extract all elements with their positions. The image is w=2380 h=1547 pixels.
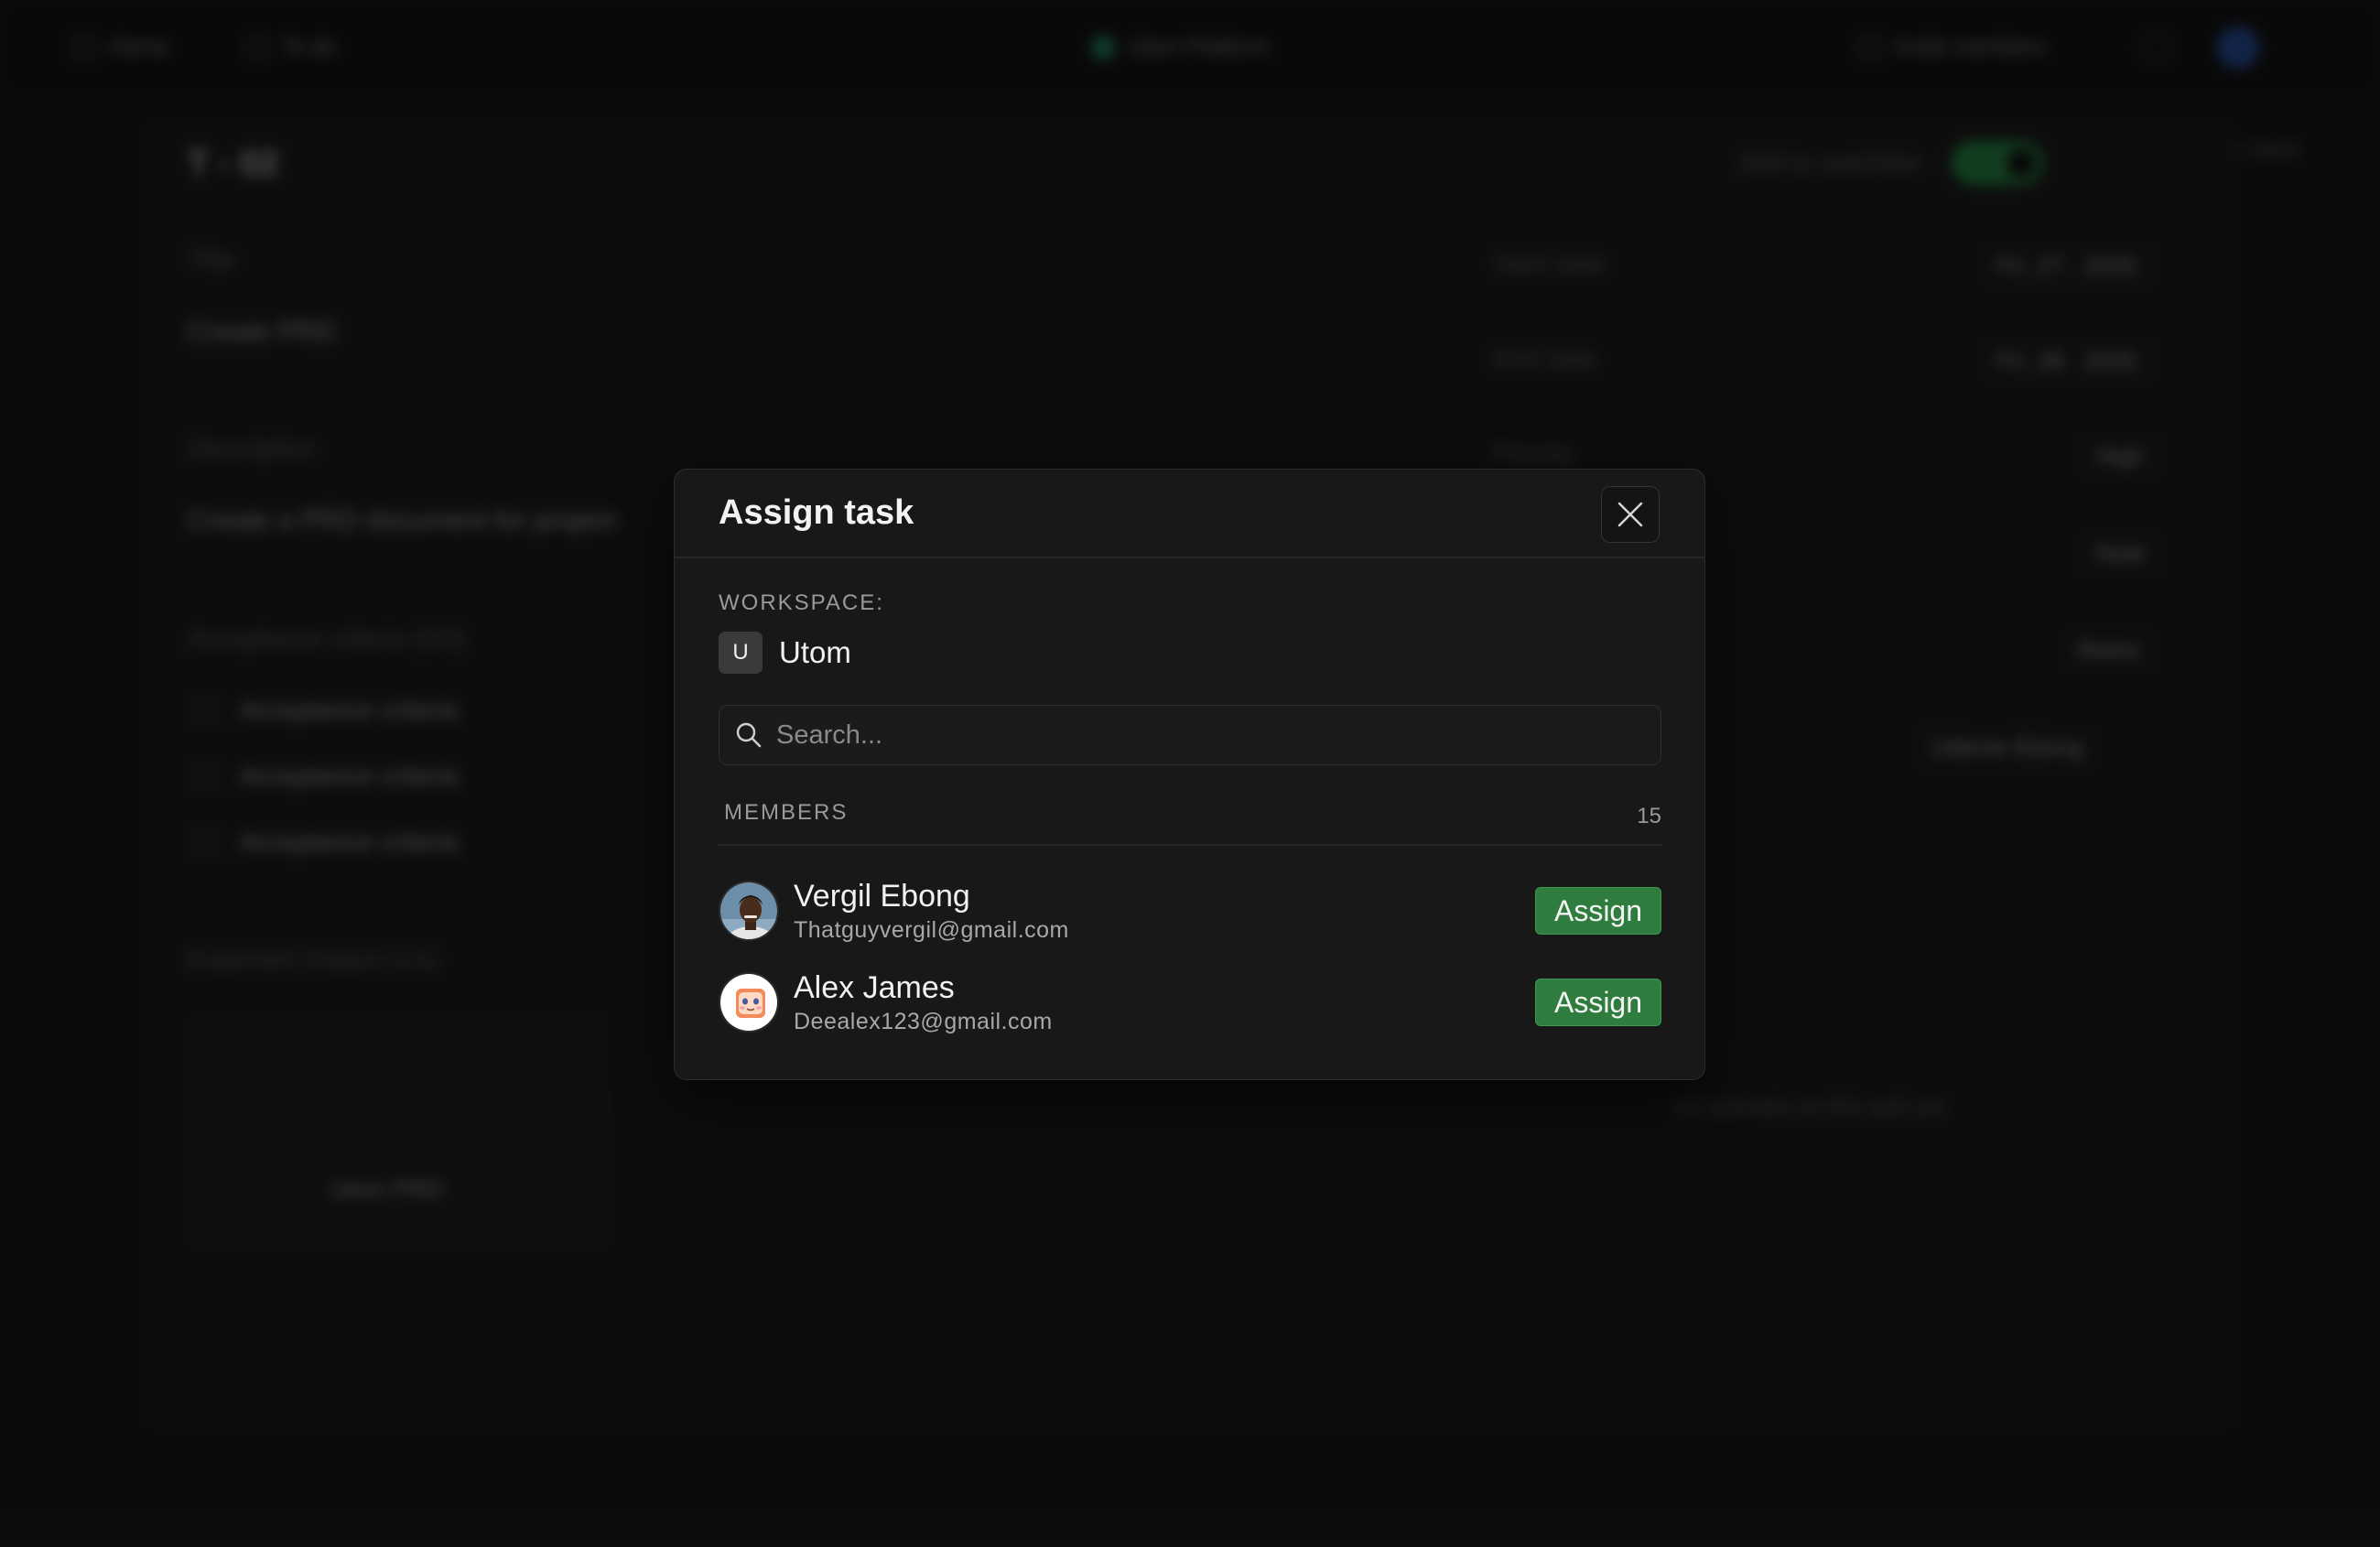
close-icon xyxy=(1617,502,1643,527)
modal-header: Assign task xyxy=(675,470,1704,558)
member-email: Deealex123@gmail.com xyxy=(794,1009,1053,1034)
member-avatar xyxy=(719,881,779,941)
workspace-name: Utom xyxy=(779,635,851,669)
search-input[interactable] xyxy=(763,706,1661,764)
search-icon xyxy=(734,720,763,750)
members-divider xyxy=(719,844,1661,846)
workspace-row: U Utom xyxy=(719,632,851,674)
member-name: Alex James xyxy=(794,970,955,1005)
member-row: Alex James Deealex123@gmail.com Assign xyxy=(719,969,1661,1035)
close-button[interactable] xyxy=(1601,486,1660,543)
workspace-badge: U xyxy=(719,632,763,674)
assign-task-modal: Assign task WORKSPACE: U Utom MEMBERS 15 xyxy=(674,469,1705,1080)
member-info: Vergil Ebong Thatguyvergil@gmail.com xyxy=(794,877,1535,945)
assign-button[interactable]: Assign xyxy=(1535,979,1661,1026)
members-header: MEMBERS 15 xyxy=(724,796,1661,829)
assign-button[interactable]: Assign xyxy=(1535,887,1661,935)
member-avatar xyxy=(719,972,779,1033)
member-email: Thatguyvergil@gmail.com xyxy=(794,917,1069,943)
member-name: Vergil Ebong xyxy=(794,879,970,914)
member-row: Vergil Ebong Thatguyvergil@gmail.com Ass… xyxy=(719,878,1661,944)
workspace-label: WORKSPACE: xyxy=(719,590,884,615)
members-label: MEMBERS xyxy=(724,800,849,825)
member-info: Alex James Deealex123@gmail.com xyxy=(794,968,1535,1036)
search-box xyxy=(719,705,1661,765)
modal-title: Assign task xyxy=(719,493,914,532)
members-count: 15 xyxy=(1637,804,1661,828)
